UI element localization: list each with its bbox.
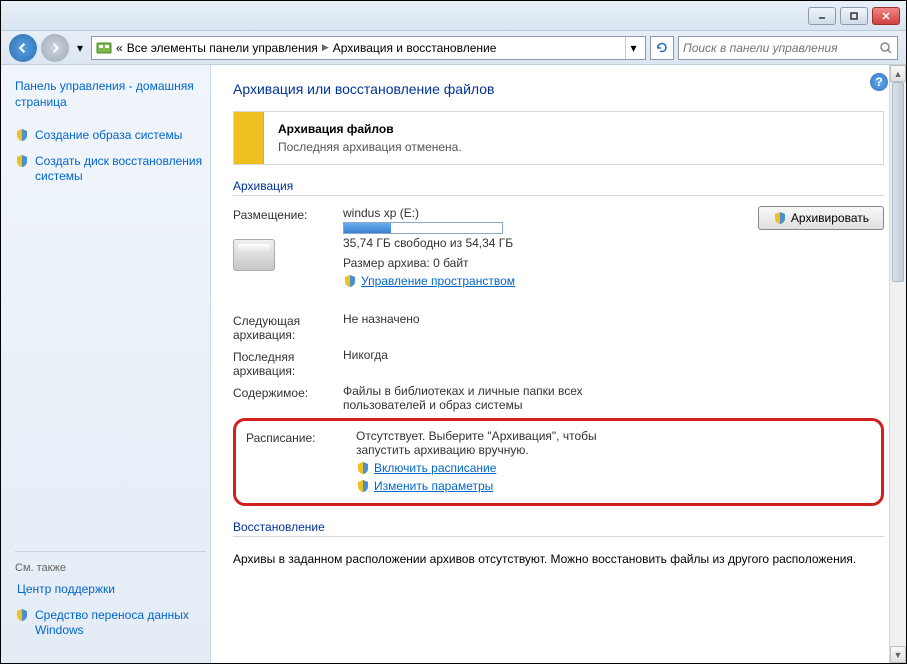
schedule-label: Расписание:: [246, 429, 356, 493]
close-button[interactable]: [872, 7, 900, 25]
vertical-scrollbar[interactable]: ▲ ▼: [889, 65, 906, 663]
status-banner: Архивация файлов Последняя архивация отм…: [233, 111, 884, 165]
sidebar-link-action-center[interactable]: Центр поддержки: [13, 582, 206, 598]
forward-button[interactable]: [41, 34, 69, 62]
sidebar-link-create-disc[interactable]: Создать диск восстановления системы: [15, 154, 206, 185]
disk-usage-bar: [343, 222, 503, 234]
archive-size-text: Размер архива: 0 байт: [343, 256, 758, 270]
chevron-right-icon[interactable]: ▶: [322, 42, 329, 53]
shield-icon: [15, 608, 29, 622]
search-box[interactable]: [678, 36, 898, 60]
banner-subtitle: Последняя архивация отменена.: [278, 140, 462, 154]
search-icon: [879, 41, 893, 55]
control-panel-home-link[interactable]: Панель управления - домашняя страница: [15, 79, 206, 110]
content-label: Содержимое:: [233, 384, 343, 412]
enable-schedule-link[interactable]: Включить расписание: [374, 461, 496, 475]
content-value: Файлы в библиотеках и личные папки всех …: [343, 384, 623, 412]
link-label: Создать диск восстановления системы: [35, 154, 206, 185]
scroll-down-arrow[interactable]: ▼: [890, 646, 906, 663]
breadcrumb-item[interactable]: Все элементы панели управления: [127, 41, 318, 55]
schedule-value: Отсутствует. Выберите "Архивация", чтобы…: [356, 429, 636, 457]
shield-icon: [15, 128, 29, 142]
section-header-restore: Восстановление: [233, 520, 884, 537]
nav-history-dropdown[interactable]: ▾: [73, 38, 87, 58]
page-title: Архивация или восстановление файлов: [233, 81, 884, 97]
last-backup-value: Никогда: [343, 348, 884, 378]
last-backup-label: Последняя архивация:: [233, 348, 343, 378]
minimize-button[interactable]: [808, 7, 836, 25]
search-input[interactable]: [683, 41, 879, 55]
manage-space-link[interactable]: Управление пространством: [361, 274, 515, 288]
shield-icon: [343, 274, 357, 288]
section-header-backup: Архивация: [233, 179, 884, 196]
change-settings-link[interactable]: Изменить параметры: [374, 479, 493, 493]
breadcrumb-item[interactable]: Архивация и восстановление: [333, 41, 497, 55]
link-label: Средство переноса данных Windows: [35, 608, 206, 639]
shield-icon: [356, 479, 370, 493]
drive-icon: [233, 239, 275, 271]
shield-icon: [15, 154, 29, 168]
sidebar-link-create-image[interactable]: Создание образа системы: [15, 128, 206, 144]
scroll-up-arrow[interactable]: ▲: [890, 65, 906, 82]
see-also-header: См. также: [15, 562, 206, 574]
breadcrumb: « Все элементы панели управления ▶ Архив…: [116, 41, 621, 55]
scroll-thumb[interactable]: [892, 82, 904, 282]
shield-icon: [773, 211, 787, 225]
button-label: Архивировать: [791, 211, 869, 225]
banner-title: Архивация файлов: [278, 122, 462, 136]
maximize-button[interactable]: [840, 7, 868, 25]
refresh-button[interactable]: [650, 36, 674, 60]
warning-stripe: [234, 112, 264, 164]
breadcrumb-prefix[interactable]: «: [116, 41, 123, 55]
back-button[interactable]: [9, 34, 37, 62]
location-value: windus xp (E:): [343, 206, 758, 220]
restore-text: Архивы в заданном расположении архивов о…: [233, 547, 884, 572]
next-backup-value: Не назначено: [343, 312, 884, 342]
address-dropdown[interactable]: ▾: [625, 37, 641, 59]
link-label: Создание образа системы: [35, 128, 182, 144]
main-panel: ? Архивация или восстановление файлов Ар…: [211, 65, 906, 663]
control-panel-icon: [96, 40, 112, 56]
titlebar: [1, 1, 906, 31]
link-label: Центр поддержки: [17, 582, 115, 598]
backup-restore-window: ▾ « Все элементы панели управления ▶ Арх…: [0, 0, 907, 664]
address-box[interactable]: « Все элементы панели управления ▶ Архив…: [91, 36, 646, 60]
address-bar: ▾ « Все элементы панели управления ▶ Арх…: [1, 31, 906, 65]
free-space-text: 35,74 ГБ свободно из 54,34 ГБ: [343, 236, 758, 250]
help-icon[interactable]: ?: [870, 73, 888, 91]
schedule-highlight: Расписание: Отсутствует. Выберите "Архив…: [233, 418, 884, 506]
next-backup-label: Следующая архивация:: [233, 312, 343, 342]
sidebar-link-easy-transfer[interactable]: Средство переноса данных Windows: [15, 608, 206, 639]
sidebar: Панель управления - домашняя страница Со…: [1, 65, 211, 663]
backup-now-button[interactable]: Архивировать: [758, 206, 884, 230]
shield-icon: [356, 461, 370, 475]
